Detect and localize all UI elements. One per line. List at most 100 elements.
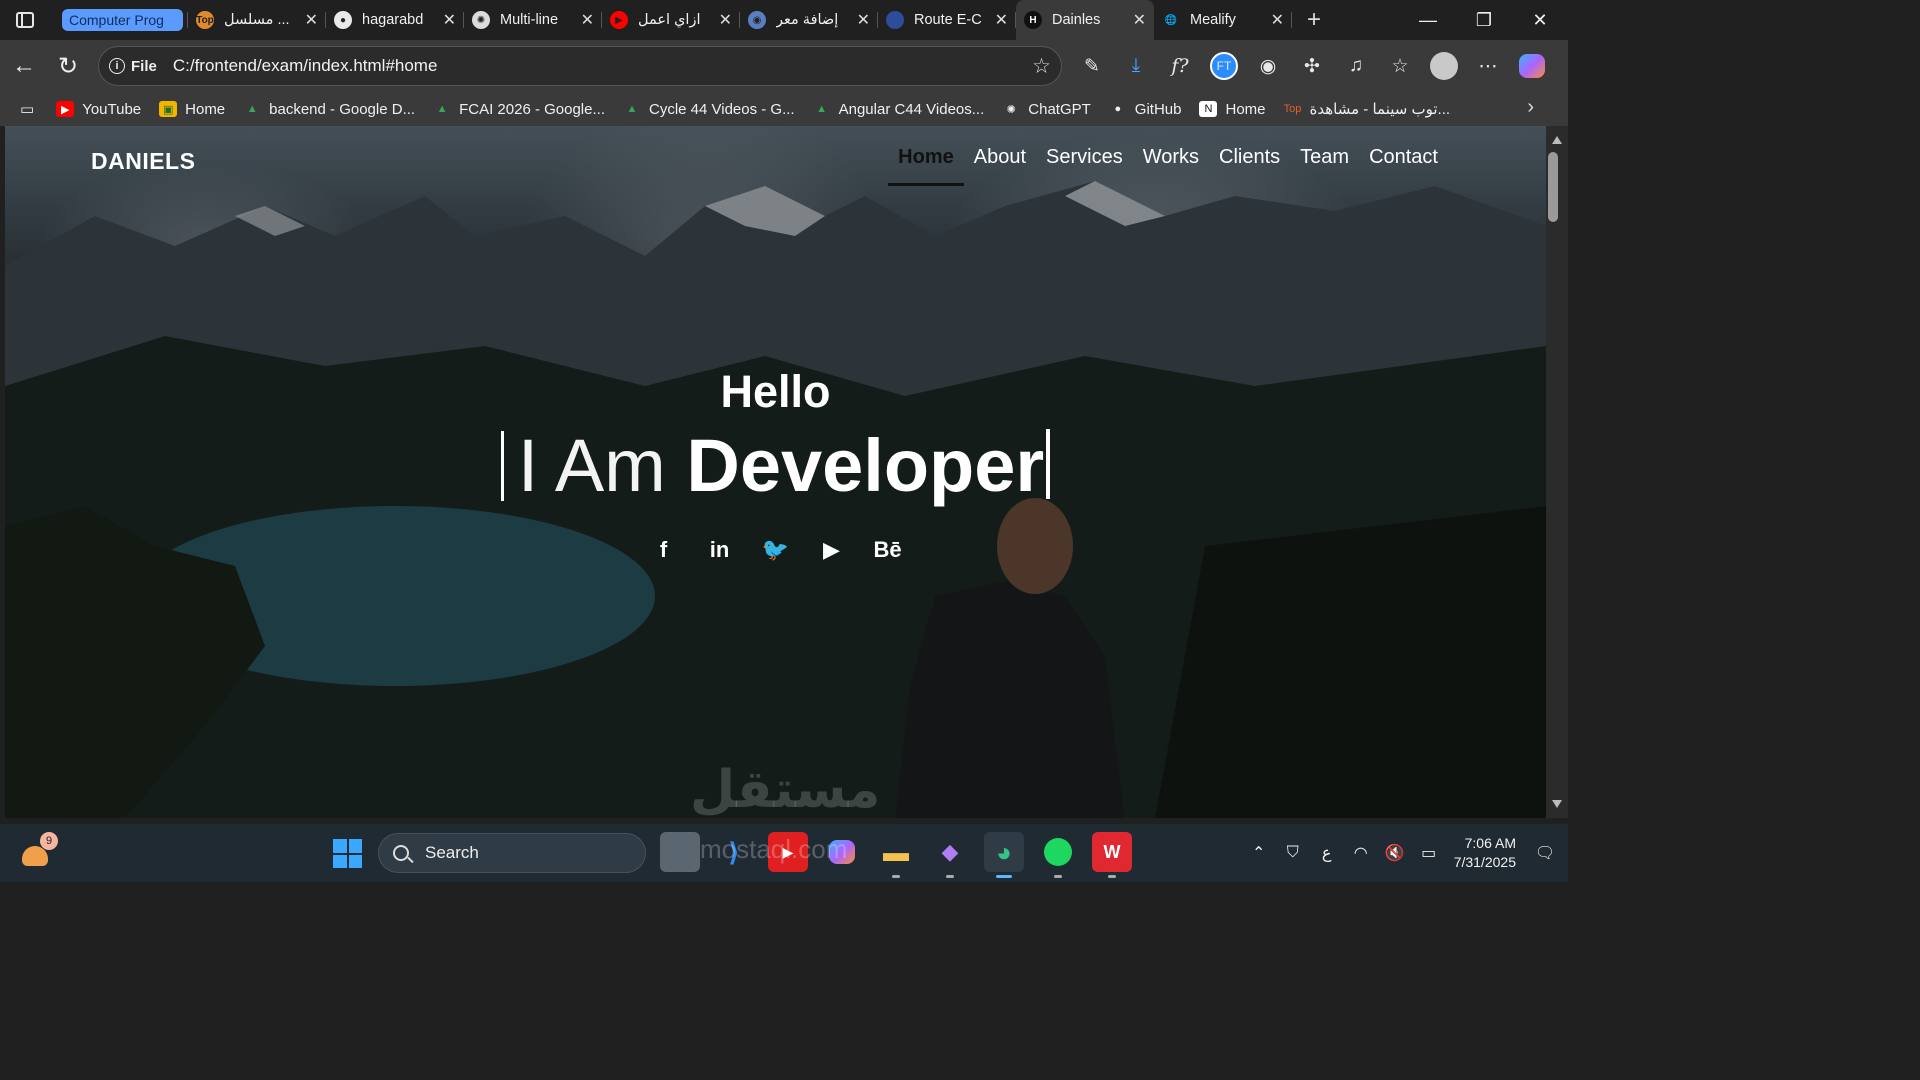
tab-4[interactable]: ▶ ازاي اعمل ✕: [602, 3, 740, 37]
tab-title: hagarabd: [362, 12, 424, 28]
reading-list-icon[interactable]: ▭: [20, 100, 34, 118]
search-icon: [393, 845, 409, 861]
wps-office-icon[interactable]: W: [1092, 832, 1132, 878]
favorite-star-icon[interactable]: ☆: [1032, 54, 1051, 79]
tab-close-icon[interactable]: ✕: [305, 10, 318, 30]
nav-link-about[interactable]: About: [964, 146, 1036, 186]
nav-link-contact[interactable]: Contact: [1359, 146, 1448, 186]
page-scrollbar[interactable]: [1546, 126, 1568, 818]
bookmark-6[interactable]: ✺ ChatGPT: [1002, 101, 1091, 118]
bookmark-label: Home: [185, 100, 226, 118]
nav-link-services[interactable]: Services: [1036, 146, 1133, 186]
tab-close-icon[interactable]: ✕: [443, 10, 456, 30]
spotify-icon[interactable]: [1038, 832, 1078, 878]
battery-icon[interactable]: ▭: [1412, 843, 1446, 863]
tab-6[interactable]: Route E-C ✕: [878, 3, 1016, 37]
tab-0[interactable]: Computer Prog: [50, 3, 188, 37]
address-bar[interactable]: i File C:/frontend/exam/index.html#home …: [98, 46, 1062, 86]
eyedropper-icon[interactable]: ✎: [1070, 44, 1114, 88]
tray-overflow-icon[interactable]: ⌃: [1242, 843, 1276, 863]
url-text[interactable]: C:/frontend/exam/index.html#home: [173, 56, 438, 76]
file-explorer-icon[interactable]: ▬: [876, 832, 916, 878]
back-button[interactable]: ←: [2, 44, 46, 88]
new-tab-button[interactable]: +: [1292, 3, 1336, 37]
clock[interactable]: 7:06 AM 7/31/2025: [1454, 834, 1516, 872]
brand-logo[interactable]: DANIELS: [91, 148, 195, 175]
social-links: f in 🐦 ▶ Bē: [5, 536, 1546, 564]
function-icon[interactable]: f?: [1158, 44, 1202, 88]
hero-role: Developer: [686, 424, 1045, 507]
scroll-down-icon[interactable]: [1552, 800, 1562, 808]
tab-2[interactable]: ● hagarabd ✕: [326, 3, 464, 37]
notifications-icon[interactable]: 🗨: [1528, 843, 1562, 863]
edge-icon[interactable]: ◕: [984, 832, 1024, 878]
nav-link-home[interactable]: Home: [888, 146, 964, 186]
main-nav: Home About Services Works Clients Team Contact: [888, 146, 1448, 186]
bookmark-8[interactable]: N Home: [1199, 101, 1266, 118]
circle-extension-icon[interactable]: ◉: [1246, 44, 1290, 88]
github-icon: ●: [334, 11, 352, 29]
tab-close-icon[interactable]: ✕: [857, 10, 870, 30]
bookmark-5[interactable]: ▲ Angular C44 Videos...: [813, 101, 984, 118]
weather-widget[interactable]: 9: [22, 832, 58, 868]
tab-3[interactable]: ✺ Multi-line ✕: [464, 3, 602, 37]
tab-close-icon[interactable]: ✕: [581, 10, 594, 30]
task-view-icon[interactable]: [660, 832, 700, 872]
favorites-icon[interactable]: ☆: [1378, 44, 1422, 88]
close-window-button[interactable]: ✕: [1512, 0, 1568, 40]
tab-actions-button[interactable]: [0, 0, 50, 40]
tab-8[interactable]: 🌐 Mealify ✕: [1154, 3, 1292, 37]
bookmark-9[interactable]: Top توب سينما - مشاهدة...: [1284, 100, 1450, 118]
media-icon[interactable]: ♫: [1334, 44, 1378, 88]
wifi-icon[interactable]: ◠: [1344, 843, 1378, 863]
route-icon: [886, 11, 904, 29]
input-language-icon[interactable]: ع: [1310, 843, 1344, 863]
extensions-icon[interactable]: ✣: [1290, 44, 1334, 88]
tab-5[interactable]: ◉ إضافة معر ✕: [740, 3, 878, 37]
nav-link-team[interactable]: Team: [1290, 146, 1359, 186]
bookmark-4[interactable]: ▲ Cycle 44 Videos - G...: [623, 101, 795, 118]
nav-link-works[interactable]: Works: [1133, 146, 1209, 186]
scroll-up-icon[interactable]: [1552, 136, 1562, 144]
more-menu-icon[interactable]: ⋯: [1466, 44, 1510, 88]
bookmarks-list: ▶ YouTube ▣ Home ▲ backend - Google D... ▲ FCAI…: [56, 100, 1468, 118]
typing-cursor-left: [500, 431, 504, 501]
bookmark-7[interactable]: ● GitHub: [1109, 101, 1181, 118]
scroll-thumb[interactable]: [1548, 152, 1558, 222]
profile-avatar-icon[interactable]: [1422, 44, 1466, 88]
nav-link-clients[interactable]: Clients: [1209, 146, 1290, 186]
github-icon: ●: [1114, 103, 1122, 115]
behance-icon[interactable]: Bē: [873, 536, 901, 564]
linkedin-icon[interactable]: in: [706, 536, 734, 564]
start-button[interactable]: [333, 839, 362, 868]
bookmark-1[interactable]: ▣ Home: [159, 101, 225, 118]
bookmark-label: backend - Google D...: [269, 100, 416, 118]
ft-extension-icon[interactable]: FT: [1202, 44, 1246, 88]
facebook-icon[interactable]: f: [650, 536, 678, 564]
tab-1[interactable]: Top مسلسل ... ✕: [188, 3, 326, 37]
download-icon[interactable]: ⤓: [1114, 44, 1158, 88]
bookmark-0[interactable]: ▶ YouTube: [56, 101, 141, 118]
refresh-button[interactable]: ↻: [46, 44, 90, 88]
tab-close-icon[interactable]: ✕: [1133, 10, 1146, 30]
tab-close-icon[interactable]: ✕: [995, 10, 1008, 30]
taskbar-search[interactable]: Search: [378, 833, 646, 873]
volume-muted-icon[interactable]: 🔇: [1378, 843, 1412, 863]
globe-icon: 🌐: [1164, 14, 1178, 26]
copilot-icon[interactable]: [1510, 44, 1554, 88]
site-info-button[interactable]: i File: [109, 58, 157, 75]
twitter-icon[interactable]: 🐦: [762, 536, 790, 564]
restore-button[interactable]: ❐: [1456, 0, 1512, 40]
visual-studio-icon[interactable]: ◆: [930, 832, 970, 878]
bookmark-2[interactable]: ▲ backend - Google D...: [243, 101, 415, 118]
minimize-button[interactable]: —: [1400, 0, 1456, 40]
youtube-icon[interactable]: ▶: [818, 536, 846, 564]
bookmark-3[interactable]: ▲ FCAI 2026 - Google...: [433, 101, 605, 118]
tab-close-icon[interactable]: ✕: [719, 10, 732, 30]
google-drive-icon: ▲: [246, 103, 258, 115]
tab-group-label[interactable]: Computer Prog: [62, 9, 183, 31]
bookmarks-overflow-icon[interactable]: ›: [1527, 96, 1534, 119]
tab-close-icon[interactable]: ✕: [1271, 10, 1284, 30]
tab-7[interactable]: H Dainles ✕: [1016, 0, 1154, 40]
security-icon[interactable]: ⛉: [1276, 844, 1310, 862]
